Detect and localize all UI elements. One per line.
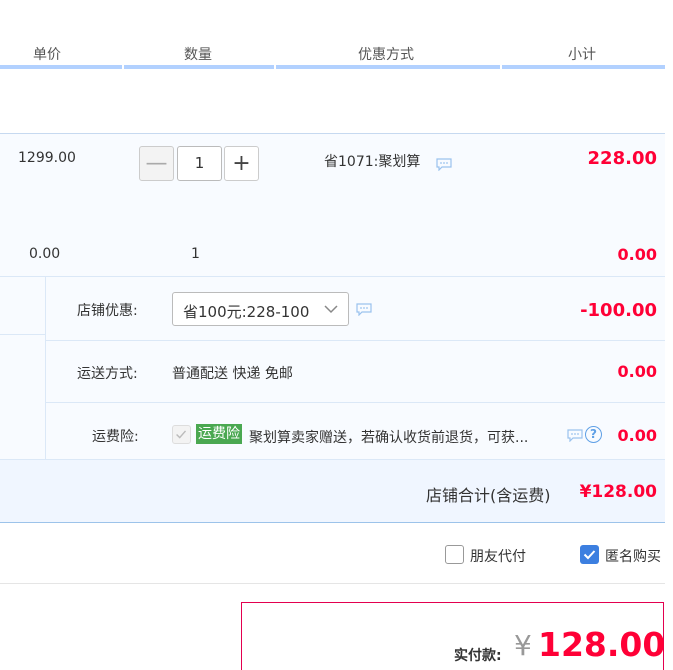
- anonymous-checkbox[interactable]: [580, 545, 599, 564]
- friend-pay-label[interactable]: 朋友代付: [470, 546, 526, 566]
- item-subtotal: 0.00: [617, 245, 657, 264]
- insurance-badge: 运费险: [196, 424, 242, 444]
- column-header-discount: 优惠方式: [358, 47, 414, 63]
- shop-discount-selected: 省100元:228-100: [183, 303, 310, 321]
- shipping-label: 运送方式:: [77, 366, 138, 382]
- payment-amount: 128.00: [538, 625, 666, 664]
- divider: [0, 459, 665, 460]
- insurance-text: 聚划算卖家赠送，若确认收货前退货，可获...: [249, 430, 529, 446]
- insurance-checkbox[interactable]: [172, 425, 191, 444]
- shop-discount-label: 店铺优惠:: [77, 303, 138, 319]
- divider: [0, 133, 665, 134]
- shop-discount-amount: -100.00: [580, 300, 657, 321]
- payment-currency: ¥: [514, 629, 532, 662]
- header-divider: [124, 65, 274, 69]
- divider: [0, 583, 665, 584]
- payment-label: 实付款:: [454, 648, 502, 664]
- divider: [45, 276, 46, 459]
- insurance-label: 运费险:: [92, 429, 139, 445]
- help-icon[interactable]: ?: [585, 426, 602, 443]
- divider: [0, 522, 665, 523]
- shop-total-amount: ¥128.00: [579, 482, 657, 502]
- column-header-subtotal: 小计: [568, 47, 596, 63]
- header-divider: [502, 65, 665, 69]
- divider: [46, 340, 665, 341]
- column-header-quantity: 数量: [184, 47, 212, 63]
- shop-total-label: 店铺合计(含运费): [426, 486, 551, 505]
- quantity-input[interactable]: 1: [177, 146, 222, 181]
- check-icon: [583, 550, 596, 560]
- anonymous-label[interactable]: 匿名购买: [605, 546, 661, 566]
- quantity-increase-button[interactable]: +: [224, 146, 259, 181]
- header-divider: [276, 65, 500, 69]
- item-unit-price: 1299.00: [18, 150, 76, 166]
- shop-total-row: [0, 459, 665, 523]
- chat-icon[interactable]: [436, 158, 452, 171]
- item-discount: 省1071:聚划算: [324, 154, 421, 170]
- insurance-amount: 0.00: [617, 426, 657, 445]
- divider: [0, 276, 665, 277]
- item-subtotal: 228.00: [587, 148, 657, 169]
- check-icon: [176, 430, 187, 439]
- item-unit-price: 0.00: [29, 246, 61, 262]
- quantity-decrease-button[interactable]: —: [139, 146, 174, 181]
- chevron-down-icon: [324, 305, 338, 314]
- table-header: 单价 数量 优惠方式 小计: [0, 0, 665, 70]
- shipping-amount: 0.00: [617, 362, 657, 381]
- divider: [0, 334, 45, 335]
- shipping-value: 普通配送 快递 免邮: [172, 366, 293, 382]
- divider: [46, 402, 665, 403]
- header-divider: [0, 65, 122, 69]
- item-quantity: 1: [191, 246, 200, 262]
- column-header-unit-price: 单价: [33, 47, 61, 63]
- chat-icon[interactable]: [356, 303, 372, 316]
- chat-icon[interactable]: [567, 429, 583, 442]
- shop-discount-select[interactable]: 省100元:228-100: [172, 292, 349, 326]
- friend-pay-checkbox[interactable]: [445, 545, 464, 564]
- payment-summary: 实付款: ¥ 128.00: [241, 602, 666, 670]
